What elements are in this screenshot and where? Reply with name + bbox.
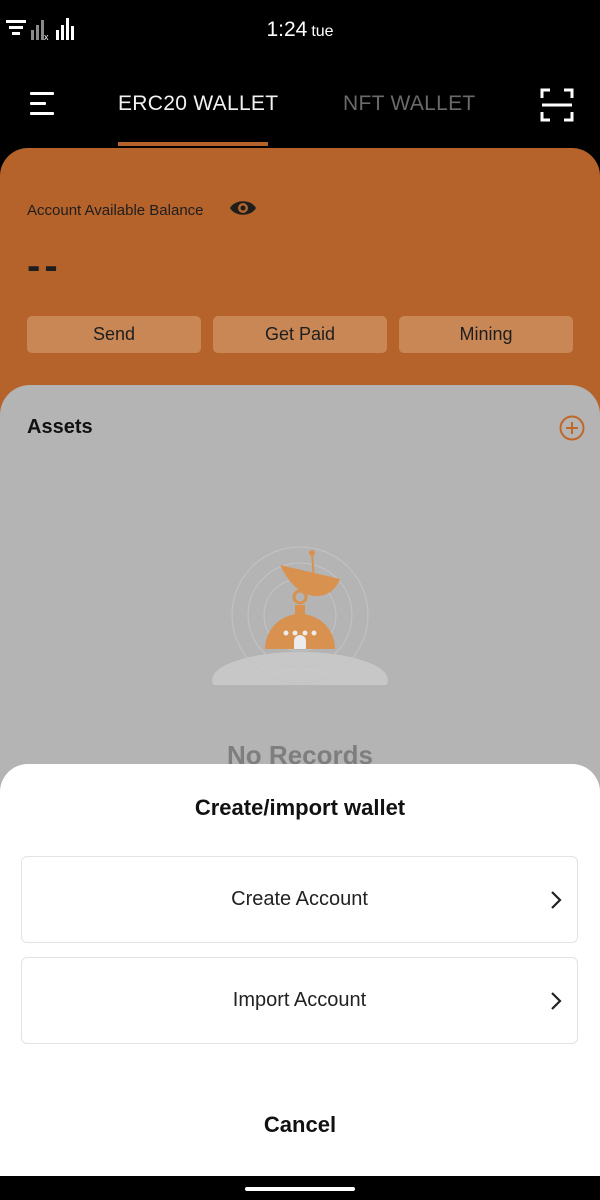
cancel-button[interactable]: Cancel [0,1112,600,1138]
eye-icon[interactable] [229,196,257,220]
assets-title: Assets [27,416,93,438]
mining-button[interactable]: Mining [399,316,573,353]
satellite-dish-illustration [212,546,388,685]
import-account-label: Import Account [232,989,367,1011]
chevron-right-icon [551,992,562,1010]
scan-icon[interactable] [540,88,574,122]
clock-day: tue [311,23,334,40]
clock-time: 1:24 [266,18,308,41]
active-tab-indicator [118,142,268,146]
home-indicator[interactable] [245,1187,355,1191]
create-account-option[interactable]: Create Account [21,856,578,943]
get-paid-button[interactable]: Get Paid [213,316,387,353]
create-import-sheet: Create/import wallet Create Account Impo… [0,764,600,1176]
home-bar [0,1176,600,1200]
balance-value: -- [27,244,62,288]
clock: 1:24 tue [0,18,600,42]
sheet-title: Create/import wallet [194,795,406,820]
chevron-right-icon [551,891,562,909]
tab-erc20-wallet[interactable]: ERC20 WALLET [118,92,278,116]
top-navigation: ERC20 WALLET NFT WALLET [0,62,600,148]
send-button[interactable]: Send [27,316,201,353]
status-bar: x 1:24 tue [0,0,600,62]
create-account-label: Create Account [231,888,368,910]
tab-nft-wallet[interactable]: NFT WALLET [343,92,476,116]
balance-label: Account Available Balance [27,202,204,219]
menu-icon[interactable] [30,90,58,118]
import-account-option[interactable]: Import Account [21,957,578,1044]
add-asset-icon[interactable] [558,414,586,442]
